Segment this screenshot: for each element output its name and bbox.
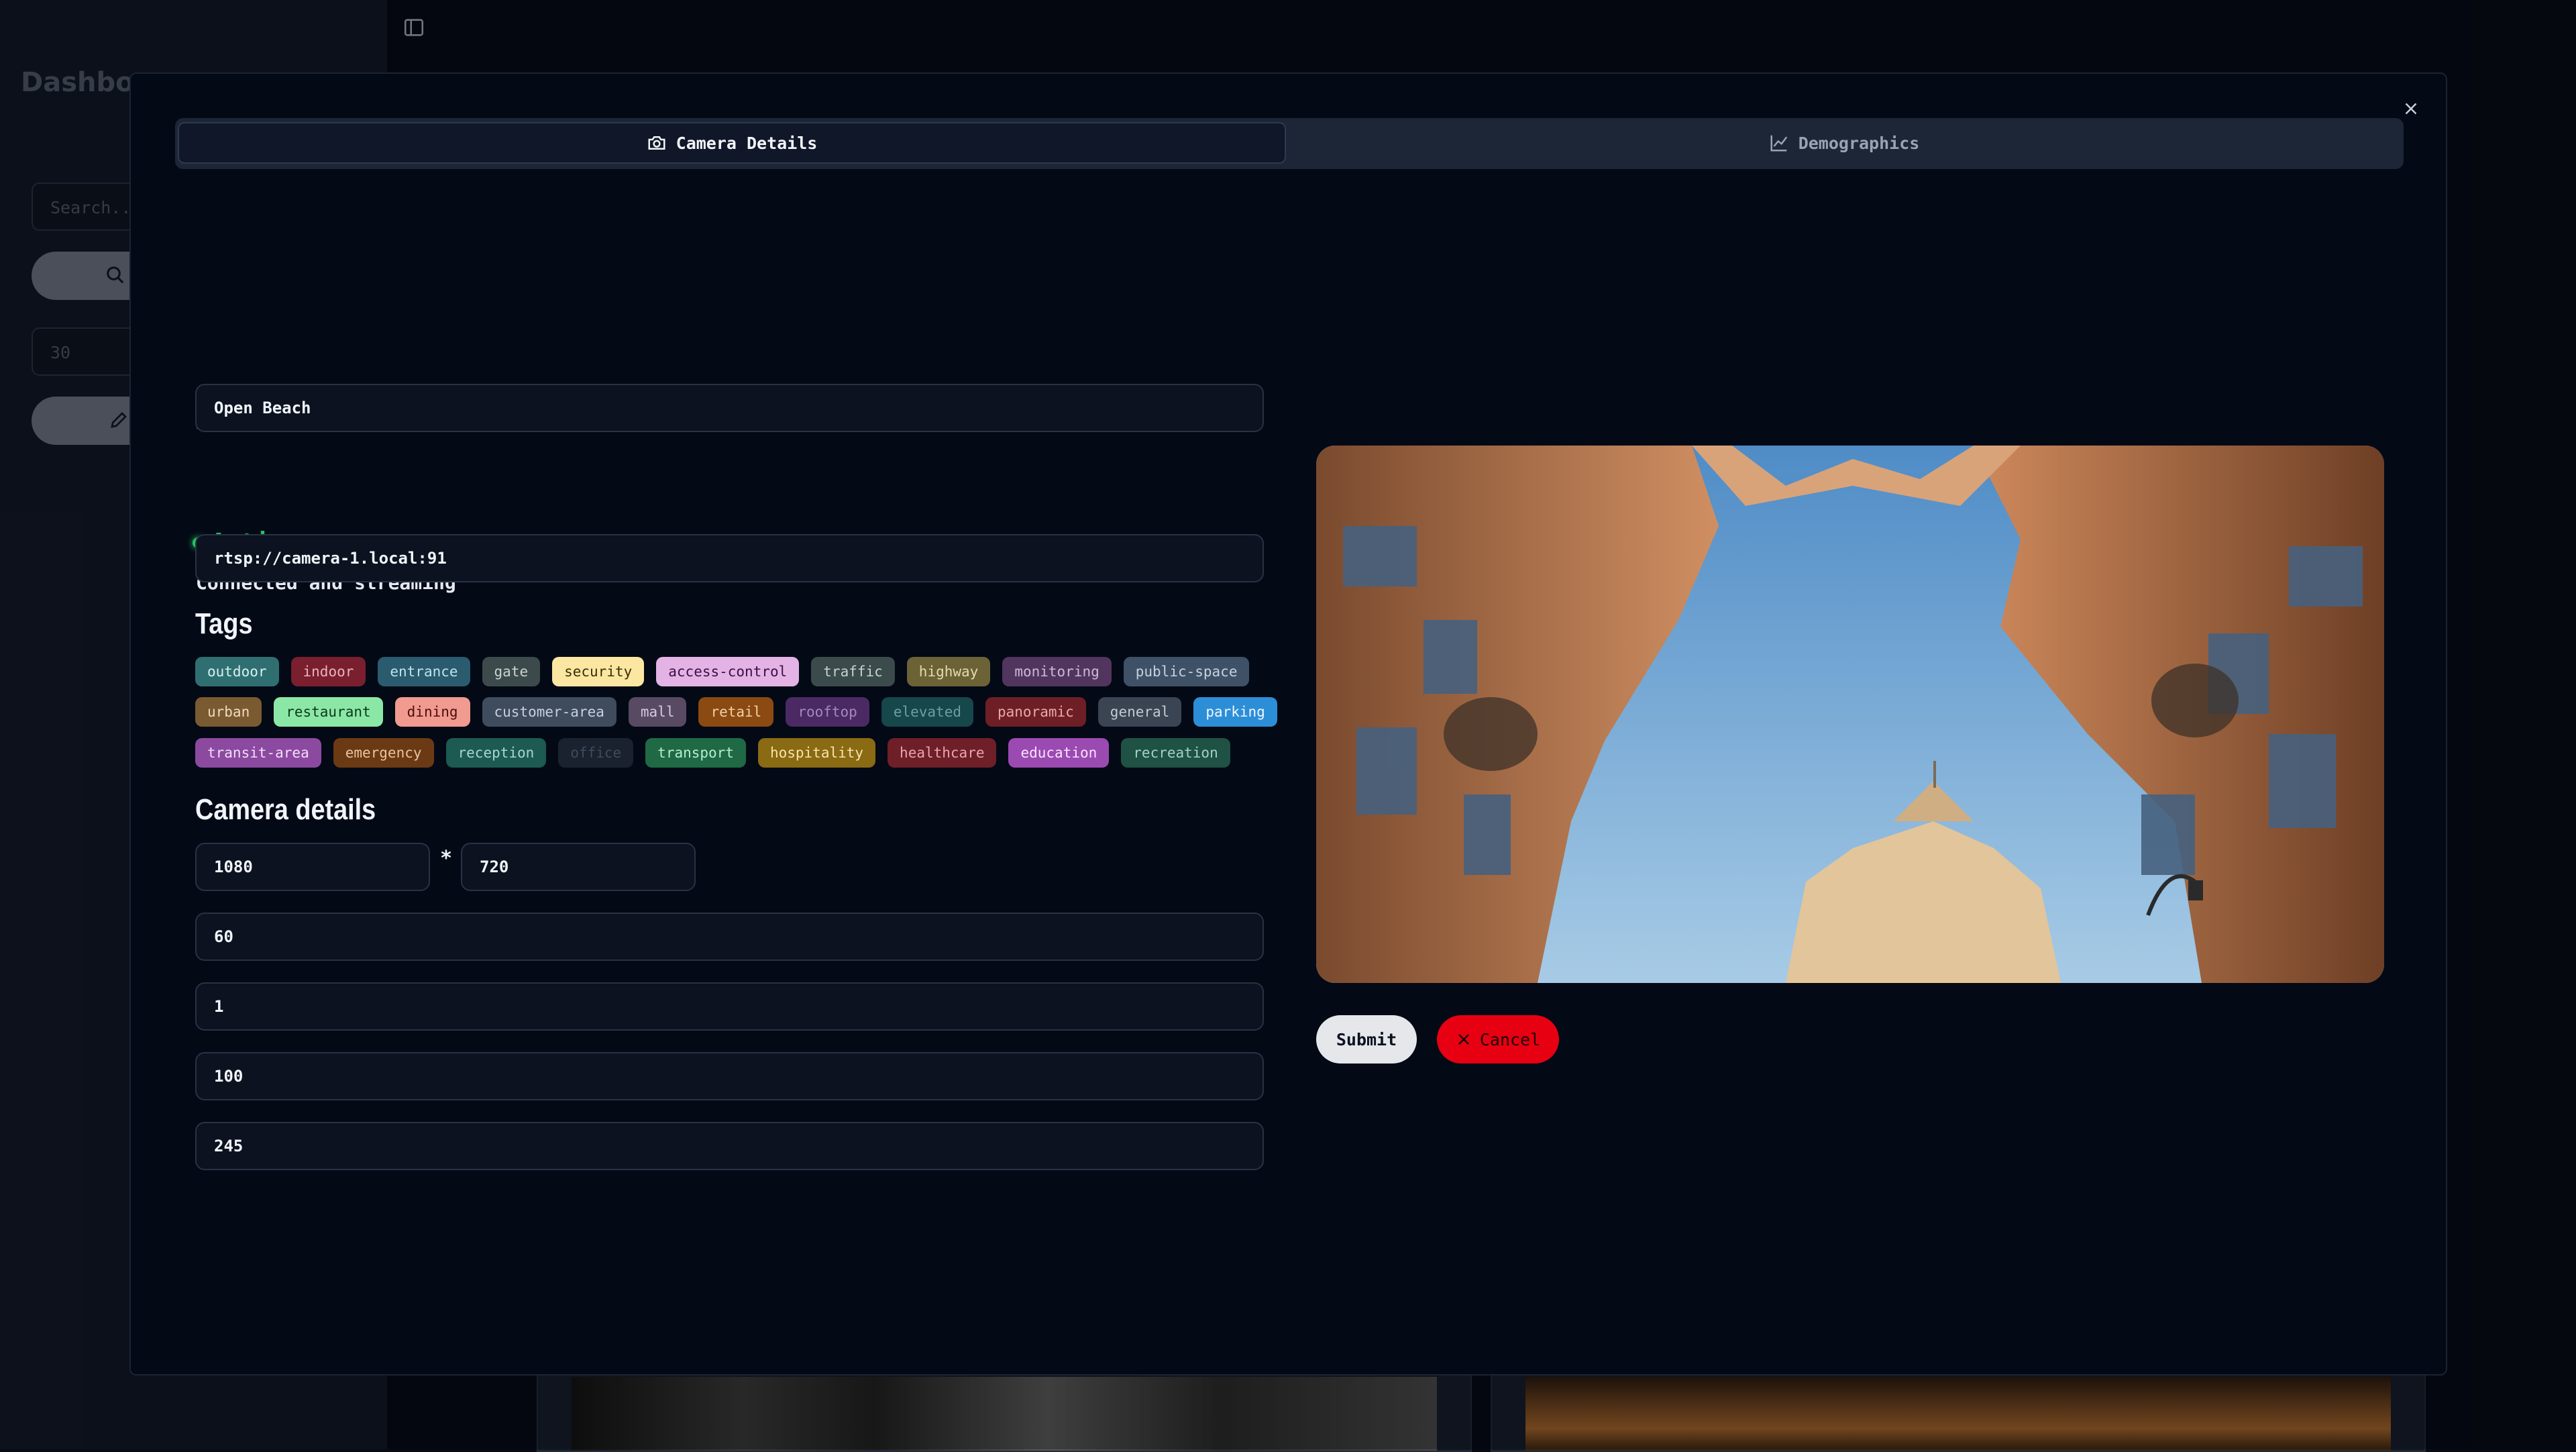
tag-chip[interactable]: emergency [333,738,434,768]
tag-chip[interactable]: transport [645,738,746,768]
fps-input[interactable]: 60 [195,913,1264,961]
camera-details-heading: Camera details [195,793,376,826]
tag-chip[interactable]: traffic [811,657,895,686]
tag-chip[interactable]: security [552,657,645,686]
tag-chip[interactable]: panoramic [985,697,1086,727]
cancel-label: Cancel [1479,1029,1541,1049]
tag-chip[interactable]: gate [482,657,541,686]
submit-button[interactable]: Submit [1316,1015,1417,1064]
tag-chip[interactable]: access-control [656,657,800,686]
tag-chip[interactable]: elevated [881,697,973,727]
camera-icon [648,136,665,150]
tag-chip[interactable]: reception [445,738,547,768]
tag-chip[interactable]: transit-area [195,738,321,768]
camera-name-input[interactable]: Open Beach [195,384,1264,432]
tag-chip[interactable]: retail [698,697,774,727]
tab-label: Camera Details [676,133,818,153]
tab-bar: Camera Details Demographics [175,118,2404,169]
detail-input-3[interactable]: 1 [195,982,1264,1031]
tag-chip[interactable]: hospitality [757,738,876,768]
resolution-width-input[interactable]: 1080 [195,843,430,891]
tag-chip[interactable]: indoor [290,657,366,686]
tag-chip[interactable]: monitoring [1002,657,1112,686]
tag-row: transit-area emergency reception office tran… [195,738,1230,768]
tag-chip[interactable]: general [1097,697,1182,727]
tag-row: outdoor indoor entrance gate security access-… [195,657,1250,686]
camera-preview-image [1316,446,2384,983]
tab-demographics[interactable]: Demographics [1289,122,2400,164]
tag-chip[interactable]: office [558,738,634,768]
tag-chip[interactable]: urban [195,697,262,727]
chart-line-icon [1770,135,1787,152]
tag-row: urban restaurant dining customer-area mall re… [195,697,1277,727]
tag-chip[interactable]: parking [1193,697,1277,727]
tag-chip[interactable]: education [1008,738,1110,768]
tag-chip[interactable]: public-space [1123,657,1250,686]
tag-chip[interactable]: restaurant [274,697,383,727]
tag-chip[interactable]: dining [394,697,470,727]
detail-input-5[interactable]: 245 [195,1122,1264,1170]
resolution-height-input[interactable]: 720 [461,843,696,891]
x-icon [1458,1034,1469,1045]
tag-chip[interactable]: outdoor [195,657,279,686]
tag-chip[interactable]: rooftop [786,697,869,727]
resolution-separator: * [440,847,453,870]
tag-chip[interactable]: highway [906,657,991,686]
cancel-button[interactable]: Cancel [1437,1015,1559,1064]
tag-chip[interactable]: mall [628,697,687,727]
tab-label: Demographics [1798,133,1920,153]
close-icon [2405,103,2417,115]
tag-chip[interactable]: healthcare [888,738,997,768]
tag-chip[interactable]: recreation [1121,738,1230,768]
close-button[interactable] [2396,94,2426,123]
camera-modal: Camera Details Demographics be4a5cba-369… [129,72,2447,1376]
tags-heading: Tags [195,607,253,640]
preview-illustration [1316,446,2384,983]
tab-camera-details[interactable]: Camera Details [178,122,1286,164]
stream-url-input[interactable]: rtsp://camera-1.local:91 [195,534,1264,582]
tag-chip[interactable]: customer-area [482,697,616,727]
tag-chip[interactable]: entrance [378,657,470,686]
detail-input-4[interactable]: 100 [195,1052,1264,1100]
